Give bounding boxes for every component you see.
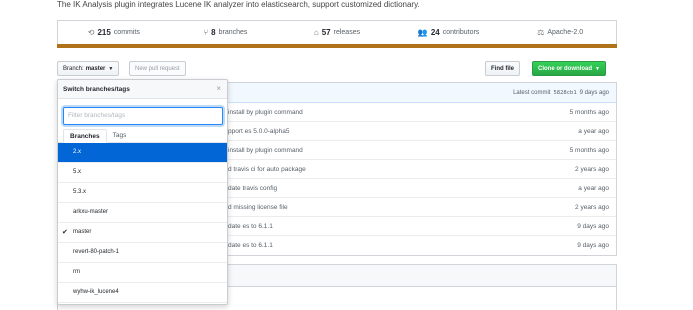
close-icon[interactable]: × (216, 84, 221, 93)
branch-prefix: Branch: (63, 65, 84, 72)
repo-description: The IK Analysis plugin integrates Lucene… (57, 0, 420, 9)
current-branch-name: master (85, 65, 106, 72)
filter-wrap (58, 99, 227, 129)
branch-switch-dropdown: Switch branches/tags × Branches Tags 2.x… (57, 79, 228, 305)
tab-branches[interactable]: Branches (63, 128, 107, 143)
commit-age: 9 days ago (577, 242, 609, 249)
commit-age: 2 years ago (575, 165, 609, 173)
commits-count: 215 (97, 28, 111, 37)
branch-item-label: 5.x (73, 169, 82, 175)
new-pull-request-button[interactable]: New pull request (129, 61, 186, 76)
tag-icon: ⌂ (313, 28, 319, 37)
commit-age: 5 months ago (569, 108, 609, 116)
commit-message-link[interactable]: date travis config (228, 185, 277, 192)
branch-item-master[interactable]: ✔ master (58, 223, 227, 243)
releases-count: 57 (321, 28, 331, 37)
numbers-summary: ⟲ 215 commits ⑂ 8 branches ⌂ 57 releases… (57, 20, 617, 44)
commit-message-link[interactable]: date es to 6.1.1 (228, 223, 273, 230)
branch-item-label: rm (73, 269, 80, 275)
commit-message-link[interactable]: install by plugin command (228, 109, 303, 116)
branches-count: 8 (211, 28, 216, 37)
branch-item-arkxu-master[interactable]: arkxu-master (58, 203, 227, 223)
dropdown-header: Switch branches/tags (58, 80, 227, 99)
find-file-button[interactable]: Find file (485, 61, 520, 76)
branch-filter-input[interactable] (63, 106, 223, 125)
stat-branches[interactable]: ⑂ 8 branches (170, 21, 282, 44)
branch-icon: ⑂ (203, 28, 209, 37)
stat-commits[interactable]: ⟲ 215 commits (58, 21, 170, 44)
branch-item-label: arkxu-master (73, 209, 109, 215)
commit-sha-link[interactable]: 5828cb1 (553, 90, 576, 96)
branch-item-label: 5.3.x (73, 189, 87, 195)
license-icon: ⚖ (537, 28, 545, 37)
caret-down-icon: ▼ (108, 65, 114, 72)
commit-message-link[interactable]: date es to 6.1.1 (228, 242, 273, 249)
contributors-icon: 👥 (417, 28, 428, 37)
branch-item-2x[interactable]: 2.x (58, 142, 227, 163)
branch-item-wyhw-ik-lucene4[interactable]: wyhw-ik_lucene4 (58, 283, 227, 303)
commit-message-link[interactable]: d missing license file (228, 204, 288, 211)
contributors-count: 24 (430, 28, 440, 37)
commit-age: a year ago (578, 127, 609, 135)
latest-commit-label: Latest commit (513, 89, 551, 96)
stat-releases[interactable]: ⌂ 57 releases (281, 21, 393, 44)
commit-age: 2 years ago (575, 203, 609, 211)
commit-message-link[interactable]: install by plugin command (228, 147, 303, 154)
clone-label: Clone or download (538, 65, 592, 72)
stat-contributors[interactable]: 👥 24 contributors (393, 21, 505, 44)
branch-item-revert-80-patch-1[interactable]: revert-80-patch-1 (58, 243, 227, 263)
stat-license[interactable]: ⚖ Apache-2.0 (504, 21, 616, 44)
commit-age: a year ago (578, 184, 609, 192)
license-label: Apache-2.0 (547, 29, 584, 36)
clone-download-button[interactable]: Clone or download ▼ (532, 61, 606, 76)
dropdown-title: Switch branches/tags (63, 85, 130, 93)
contributors-label: contributors (442, 29, 480, 36)
tab-tags[interactable]: Tags (107, 129, 133, 142)
releases-label: releases (333, 29, 361, 36)
checkmark-icon: ✔ (62, 229, 68, 236)
dropdown-tabs: Branches Tags (58, 128, 227, 143)
branch-item-5x[interactable]: 5.x (58, 163, 227, 183)
branch-item-label: 2.x (73, 149, 82, 155)
branch-item-label: revert-80-patch-1 (73, 249, 120, 255)
commits-icon: ⟲ (87, 28, 95, 37)
commits-label: commits (113, 29, 140, 36)
branch-item-53x[interactable]: 5.3.x (58, 183, 227, 203)
commit-age: 9 days ago (577, 222, 609, 230)
latest-commit-age: 9 days ago (579, 89, 609, 96)
branch-item-label: master (73, 229, 92, 235)
branch-item-rm[interactable]: rm (58, 263, 227, 283)
commit-age: 5 months ago (569, 146, 609, 154)
caret-down-icon: ▼ (595, 65, 600, 72)
branches-label: branches (218, 29, 248, 36)
language-bar[interactable] (57, 44, 617, 48)
commit-message-link[interactable]: d travis ci for auto package (228, 166, 306, 173)
branch-item-label: wyhw-ik_lucene4 (73, 289, 119, 295)
commit-message-link[interactable]: pport es 5.0.0-alpha5 (228, 128, 289, 135)
branch-select-button[interactable]: Branch: master ▼ (57, 61, 120, 76)
